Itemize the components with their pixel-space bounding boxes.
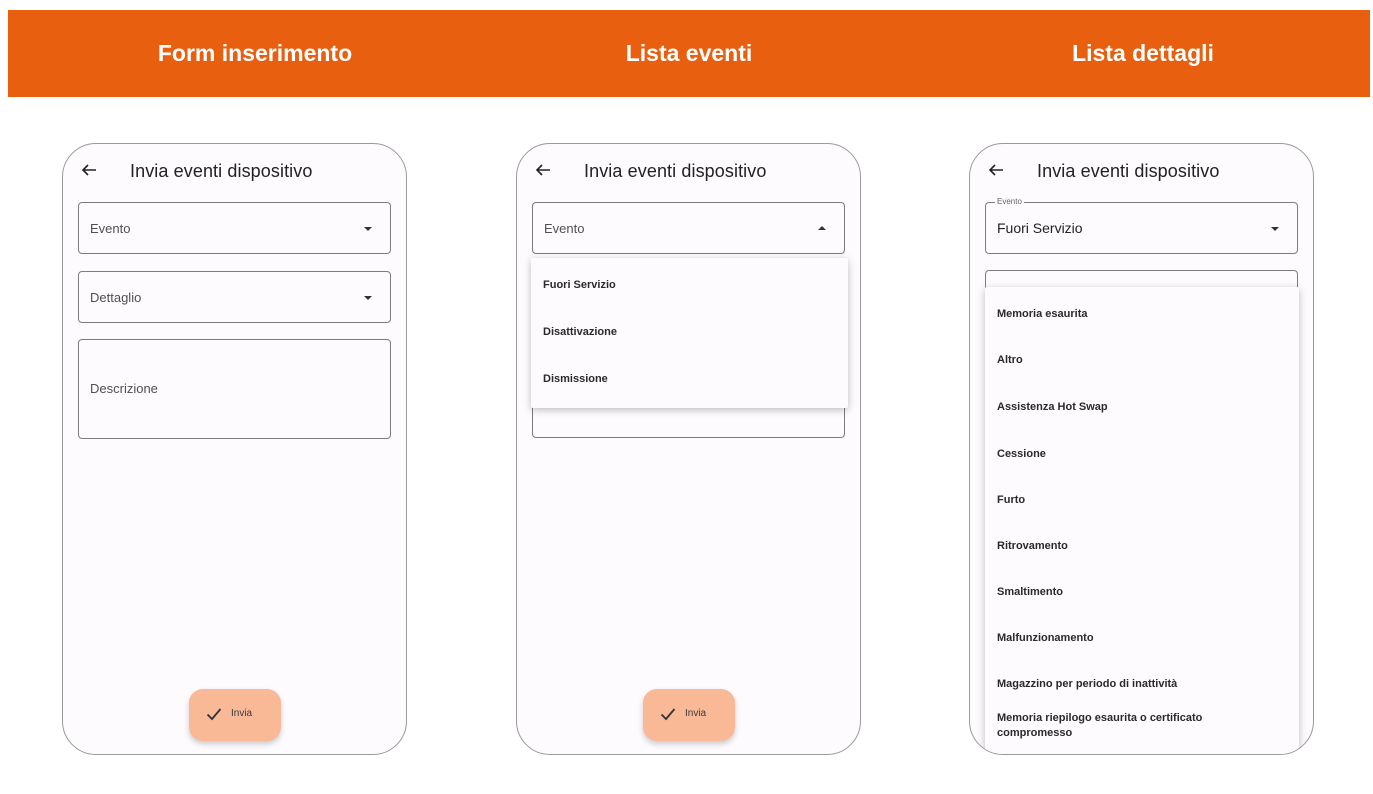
menu-item-altro[interactable]: Altro: [997, 353, 1023, 368]
phone-screen-lista-dettagli: Invia eventi dispositivo Evento Fuori Se…: [969, 143, 1314, 755]
invia-label: Invia: [685, 708, 707, 719]
arrow-left-icon[interactable]: [533, 160, 553, 180]
arrow-left-icon[interactable]: [79, 160, 99, 180]
menu-item-assistenza-hot-swap[interactable]: Assistenza Hot Swap: [997, 400, 1108, 415]
menu-item-memoria-riepilogo[interactable]: Memoria riepilogo esaurita o certificato…: [997, 711, 1267, 741]
menu-item-magazzino[interactable]: Magazzino per periodo di inattività: [997, 677, 1177, 692]
caret-down-icon: [364, 296, 372, 300]
menu-item-smaltimento[interactable]: Smaltimento: [997, 585, 1063, 600]
arrow-left-icon[interactable]: [986, 160, 1006, 180]
header-banner: Form inserimento Lista eventi Lista dett…: [8, 10, 1370, 97]
evento-dropdown-menu: Fuori Servizio Disattivazione Dismission…: [531, 258, 848, 408]
invia-button[interactable]: Invia: [643, 689, 735, 741]
evento-value: Fuori Servizio: [997, 220, 1083, 236]
app-bar: Invia eventi dispositivo: [970, 144, 1313, 202]
evento-select[interactable]: Evento: [532, 202, 845, 254]
menu-item-memoria-esaurita[interactable]: Memoria esaurita: [997, 307, 1087, 322]
dettaglio-select[interactable]: Dettaglio: [78, 271, 391, 323]
evento-placeholder: Evento: [544, 221, 585, 236]
caret-down-icon: [1271, 227, 1279, 231]
app-bar: Invia eventi dispositivo: [517, 144, 860, 202]
app-bar: Invia eventi dispositivo: [63, 144, 406, 202]
evento-select[interactable]: Evento: [78, 202, 391, 254]
check-icon: [206, 708, 222, 721]
menu-item-furto[interactable]: Furto: [997, 493, 1025, 508]
caret-up-icon: [818, 226, 826, 230]
evento-placeholder: Evento: [90, 221, 131, 236]
page-title: Invia eventi dispositivo: [584, 161, 767, 181]
evento-select[interactable]: Evento Fuori Servizio: [985, 197, 1298, 254]
banner-title-lista-eventi: Lista eventi: [625, 40, 753, 66]
caret-down-icon: [364, 227, 372, 231]
menu-item-dismissione[interactable]: Dismissione: [543, 372, 608, 387]
invia-button[interactable]: Invia: [189, 689, 281, 741]
dettaglio-placeholder: Dettaglio: [90, 290, 142, 305]
page-title: Invia eventi dispositivo: [130, 161, 313, 181]
check-icon: [660, 708, 676, 721]
menu-item-cessione[interactable]: Cessione: [997, 447, 1046, 462]
descrizione-placeholder: Descrizione: [90, 381, 158, 396]
dettaglio-dropdown-menu: Memoria esaurita Altro Assistenza Hot Sw…: [985, 287, 1299, 754]
invia-label: Invia: [231, 708, 253, 719]
evento-floating-label: Evento: [995, 197, 1024, 207]
banner-title-lista-dettagli: Lista dettagli: [1072, 40, 1214, 66]
phone-screen-form: Invia eventi dispositivo Evento Dettagli…: [62, 143, 407, 755]
menu-item-fuori-servizio[interactable]: Fuori Servizio: [543, 278, 616, 293]
descrizione-textarea[interactable]: Descrizione: [78, 339, 391, 439]
menu-item-malfunzionamento[interactable]: Malfunzionamento: [997, 631, 1094, 646]
menu-item-ritrovamento[interactable]: Ritrovamento: [997, 539, 1068, 554]
phone-screen-lista-eventi: Invia eventi dispositivo Evento Fuori Se…: [516, 143, 861, 755]
page-title: Invia eventi dispositivo: [1037, 161, 1220, 181]
menu-item-disattivazione[interactable]: Disattivazione: [543, 325, 617, 340]
banner-title-form: Form inserimento: [157, 40, 353, 66]
